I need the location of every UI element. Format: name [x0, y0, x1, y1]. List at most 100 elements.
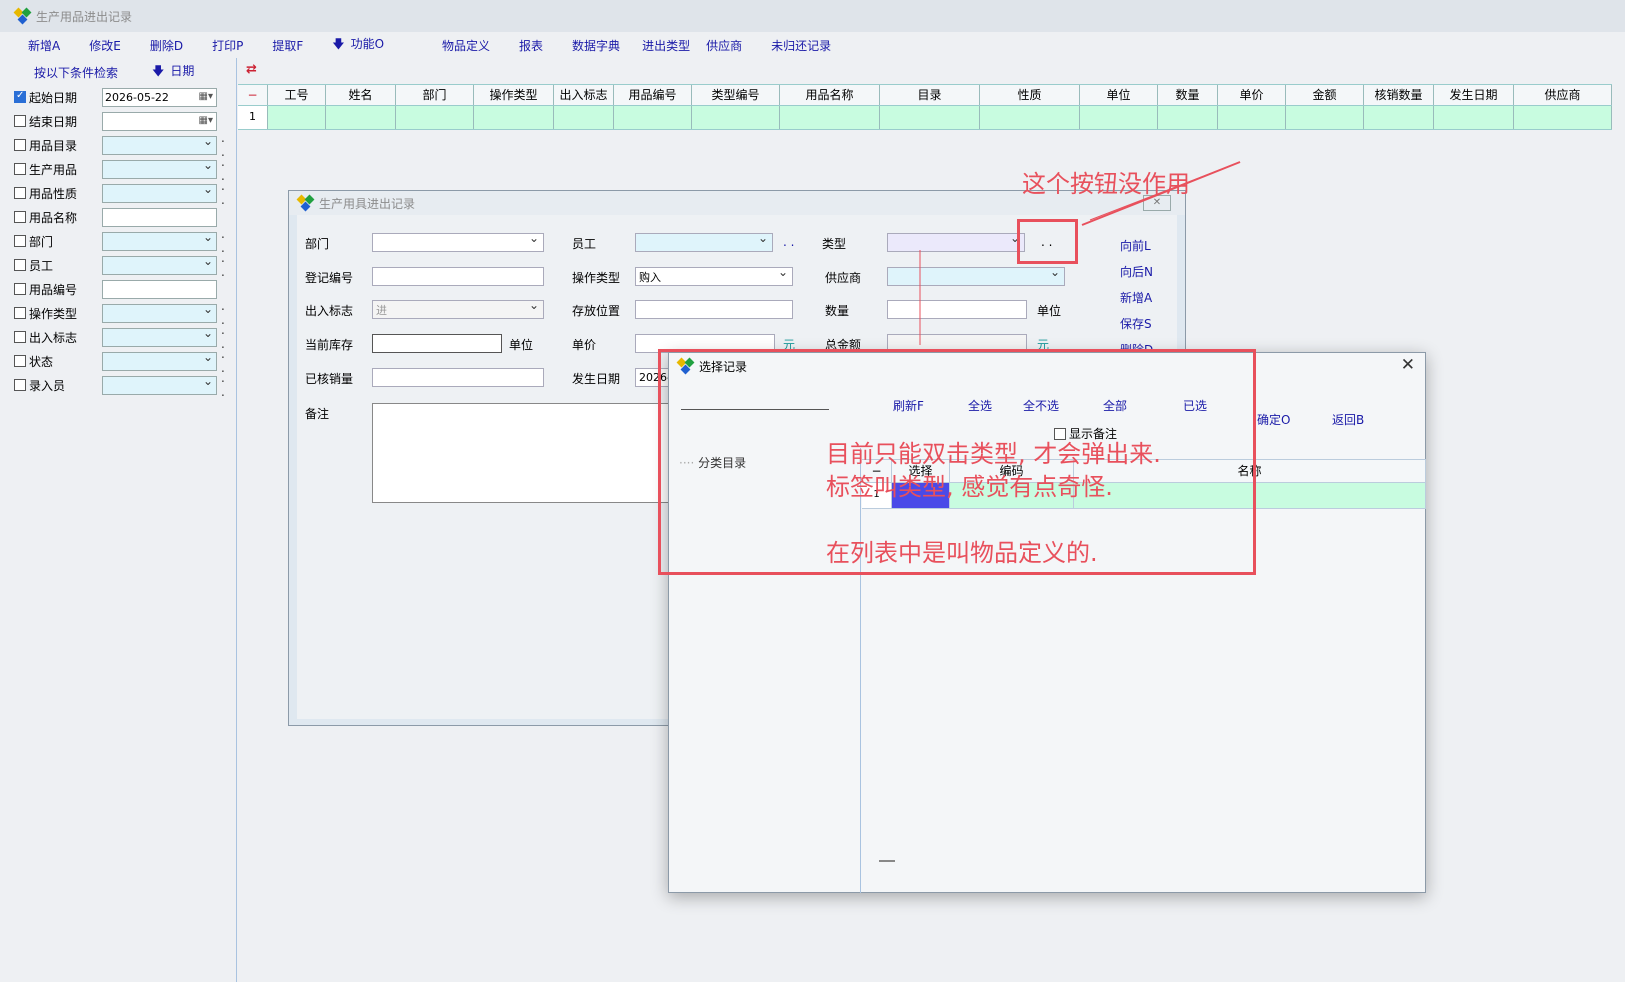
column-header[interactable]: 姓名	[326, 85, 396, 105]
table-cell[interactable]	[692, 106, 780, 129]
supplier-select[interactable]	[887, 265, 1065, 286]
filter-more-button[interactable]: . .	[221, 251, 234, 279]
table-cell[interactable]	[880, 106, 980, 129]
table-cell[interactable]	[326, 106, 396, 129]
table-cell[interactable]	[474, 106, 554, 129]
table-cell[interactable]	[1286, 106, 1364, 129]
column-header[interactable]: 用品编号	[614, 85, 692, 105]
filter-checkbox[interactable]	[14, 187, 26, 199]
filter-checkbox[interactable]	[14, 307, 26, 319]
stock-input[interactable]	[372, 334, 502, 353]
filter-checkbox[interactable]	[14, 355, 26, 367]
column-header[interactable]: 发生日期	[1434, 85, 1514, 105]
column-header[interactable]: 单位	[1080, 85, 1158, 105]
column-header[interactable]: 操作类型	[474, 85, 554, 105]
table-cell[interactable]	[1218, 106, 1286, 129]
employee-select[interactable]	[635, 231, 773, 252]
filter-field[interactable]	[102, 182, 217, 203]
filter-field[interactable]	[102, 134, 217, 155]
table-cell[interactable]	[1364, 106, 1434, 129]
menu-add[interactable]: 新增A	[28, 37, 60, 54]
menu-function[interactable]: 🡇 功能O	[332, 35, 413, 56]
back-button[interactable]: 返回B	[1332, 411, 1364, 428]
filter-checkbox[interactable]	[14, 331, 26, 343]
column-header[interactable]: 核销数量	[1364, 85, 1434, 105]
table-cell[interactable]	[614, 106, 692, 129]
written-off-input[interactable]	[372, 368, 544, 387]
filter-more-button[interactable]: . .	[221, 371, 234, 399]
column-header[interactable]: 用品名称	[780, 85, 880, 105]
employee-more-button[interactable]: . .	[783, 235, 794, 249]
io-flag-select[interactable]: 进	[372, 298, 544, 319]
table-cell[interactable]	[1080, 106, 1158, 129]
filter-checkbox[interactable]	[14, 211, 26, 223]
filter-checkbox[interactable]	[14, 90, 26, 103]
calendar-icon[interactable]: ▦▾	[199, 115, 213, 126]
filter-field[interactable]	[102, 254, 217, 275]
sort-date-button[interactable]: 🡇 日期	[152, 62, 194, 83]
qty-input[interactable]	[887, 300, 1027, 319]
table-cell[interactable]	[1514, 106, 1612, 129]
menu-print[interactable]: 打印P	[212, 37, 243, 54]
menu-edit[interactable]: 修改E	[89, 37, 121, 54]
ok-button[interactable]: 确定O	[1257, 411, 1290, 428]
menu-unreturned[interactable]: 未归还记录	[771, 37, 831, 54]
close-icon[interactable]: ✕	[1401, 355, 1415, 375]
column-header[interactable]: 类型编号	[692, 85, 780, 105]
type-select[interactable]	[887, 231, 1025, 252]
dept-select[interactable]	[372, 231, 544, 252]
filter-field[interactable]	[102, 207, 217, 227]
row-marker-header[interactable]: −	[238, 85, 268, 105]
filter-checkbox[interactable]	[14, 163, 26, 175]
column-header[interactable]: 目录	[880, 85, 980, 105]
save-button[interactable]: 保存S	[1120, 315, 1152, 332]
column-header[interactable]: 部门	[396, 85, 474, 105]
menu-item-definition[interactable]: 物品定义	[442, 37, 490, 54]
search-conditions-button[interactable]: 按以下条件检索	[34, 64, 118, 81]
column-header[interactable]: 性质	[980, 85, 1080, 105]
menu-delete[interactable]: 删除D	[150, 37, 183, 54]
filter-more-button[interactable]: . .	[221, 179, 234, 207]
filter-field[interactable]: 2026-05-22 ▦▾	[102, 87, 217, 107]
prev-button[interactable]: 向前L	[1120, 237, 1151, 254]
filter-checkbox[interactable]	[14, 235, 26, 247]
swap-icon[interactable]: ⇄	[246, 62, 257, 77]
table-cell[interactable]	[980, 106, 1080, 129]
new-button[interactable]: 新增A	[1120, 289, 1152, 306]
filter-checkbox[interactable]	[14, 115, 26, 127]
filter-field[interactable]: ▦▾	[102, 111, 217, 131]
menu-dictionary[interactable]: 数据字典	[572, 37, 620, 54]
table-cell[interactable]	[1158, 106, 1218, 129]
filter-field[interactable]	[102, 158, 217, 179]
filter-checkbox[interactable]	[14, 283, 26, 295]
filter-field[interactable]	[102, 326, 217, 347]
location-input[interactable]	[635, 300, 793, 319]
menu-io-type[interactable]: 进出类型	[642, 37, 690, 54]
table-cell[interactable]	[554, 106, 614, 129]
column-header[interactable]: 金额	[1286, 85, 1364, 105]
table-cell[interactable]	[268, 106, 326, 129]
reg-no-input[interactable]	[372, 267, 544, 286]
filter-field[interactable]	[102, 374, 217, 395]
table-cell[interactable]	[780, 106, 880, 129]
column-header[interactable]: 数量	[1158, 85, 1218, 105]
menu-extract[interactable]: 提取F	[272, 37, 303, 54]
next-button[interactable]: 向后N	[1120, 263, 1153, 280]
calendar-icon[interactable]: ▦▾	[199, 91, 213, 102]
filter-field[interactable]	[102, 279, 217, 299]
filter-checkbox[interactable]	[14, 259, 26, 271]
table-cell[interactable]	[1434, 106, 1514, 129]
column-header[interactable]: 出入标志	[554, 85, 614, 105]
filter-field[interactable]	[102, 350, 217, 371]
remark-textarea[interactable]	[372, 403, 672, 503]
column-header[interactable]: 供应商	[1514, 85, 1612, 105]
filter-checkbox[interactable]	[14, 139, 26, 151]
filter-field[interactable]	[102, 230, 217, 251]
menu-report[interactable]: 报表	[519, 37, 543, 54]
op-type-select[interactable]: 购入	[635, 265, 793, 286]
table-cell[interactable]	[396, 106, 474, 129]
column-header[interactable]: 单价	[1218, 85, 1286, 105]
column-header[interactable]: 工号	[268, 85, 326, 105]
filter-field[interactable]	[102, 302, 217, 323]
table-row[interactable]: 1	[238, 106, 1612, 130]
